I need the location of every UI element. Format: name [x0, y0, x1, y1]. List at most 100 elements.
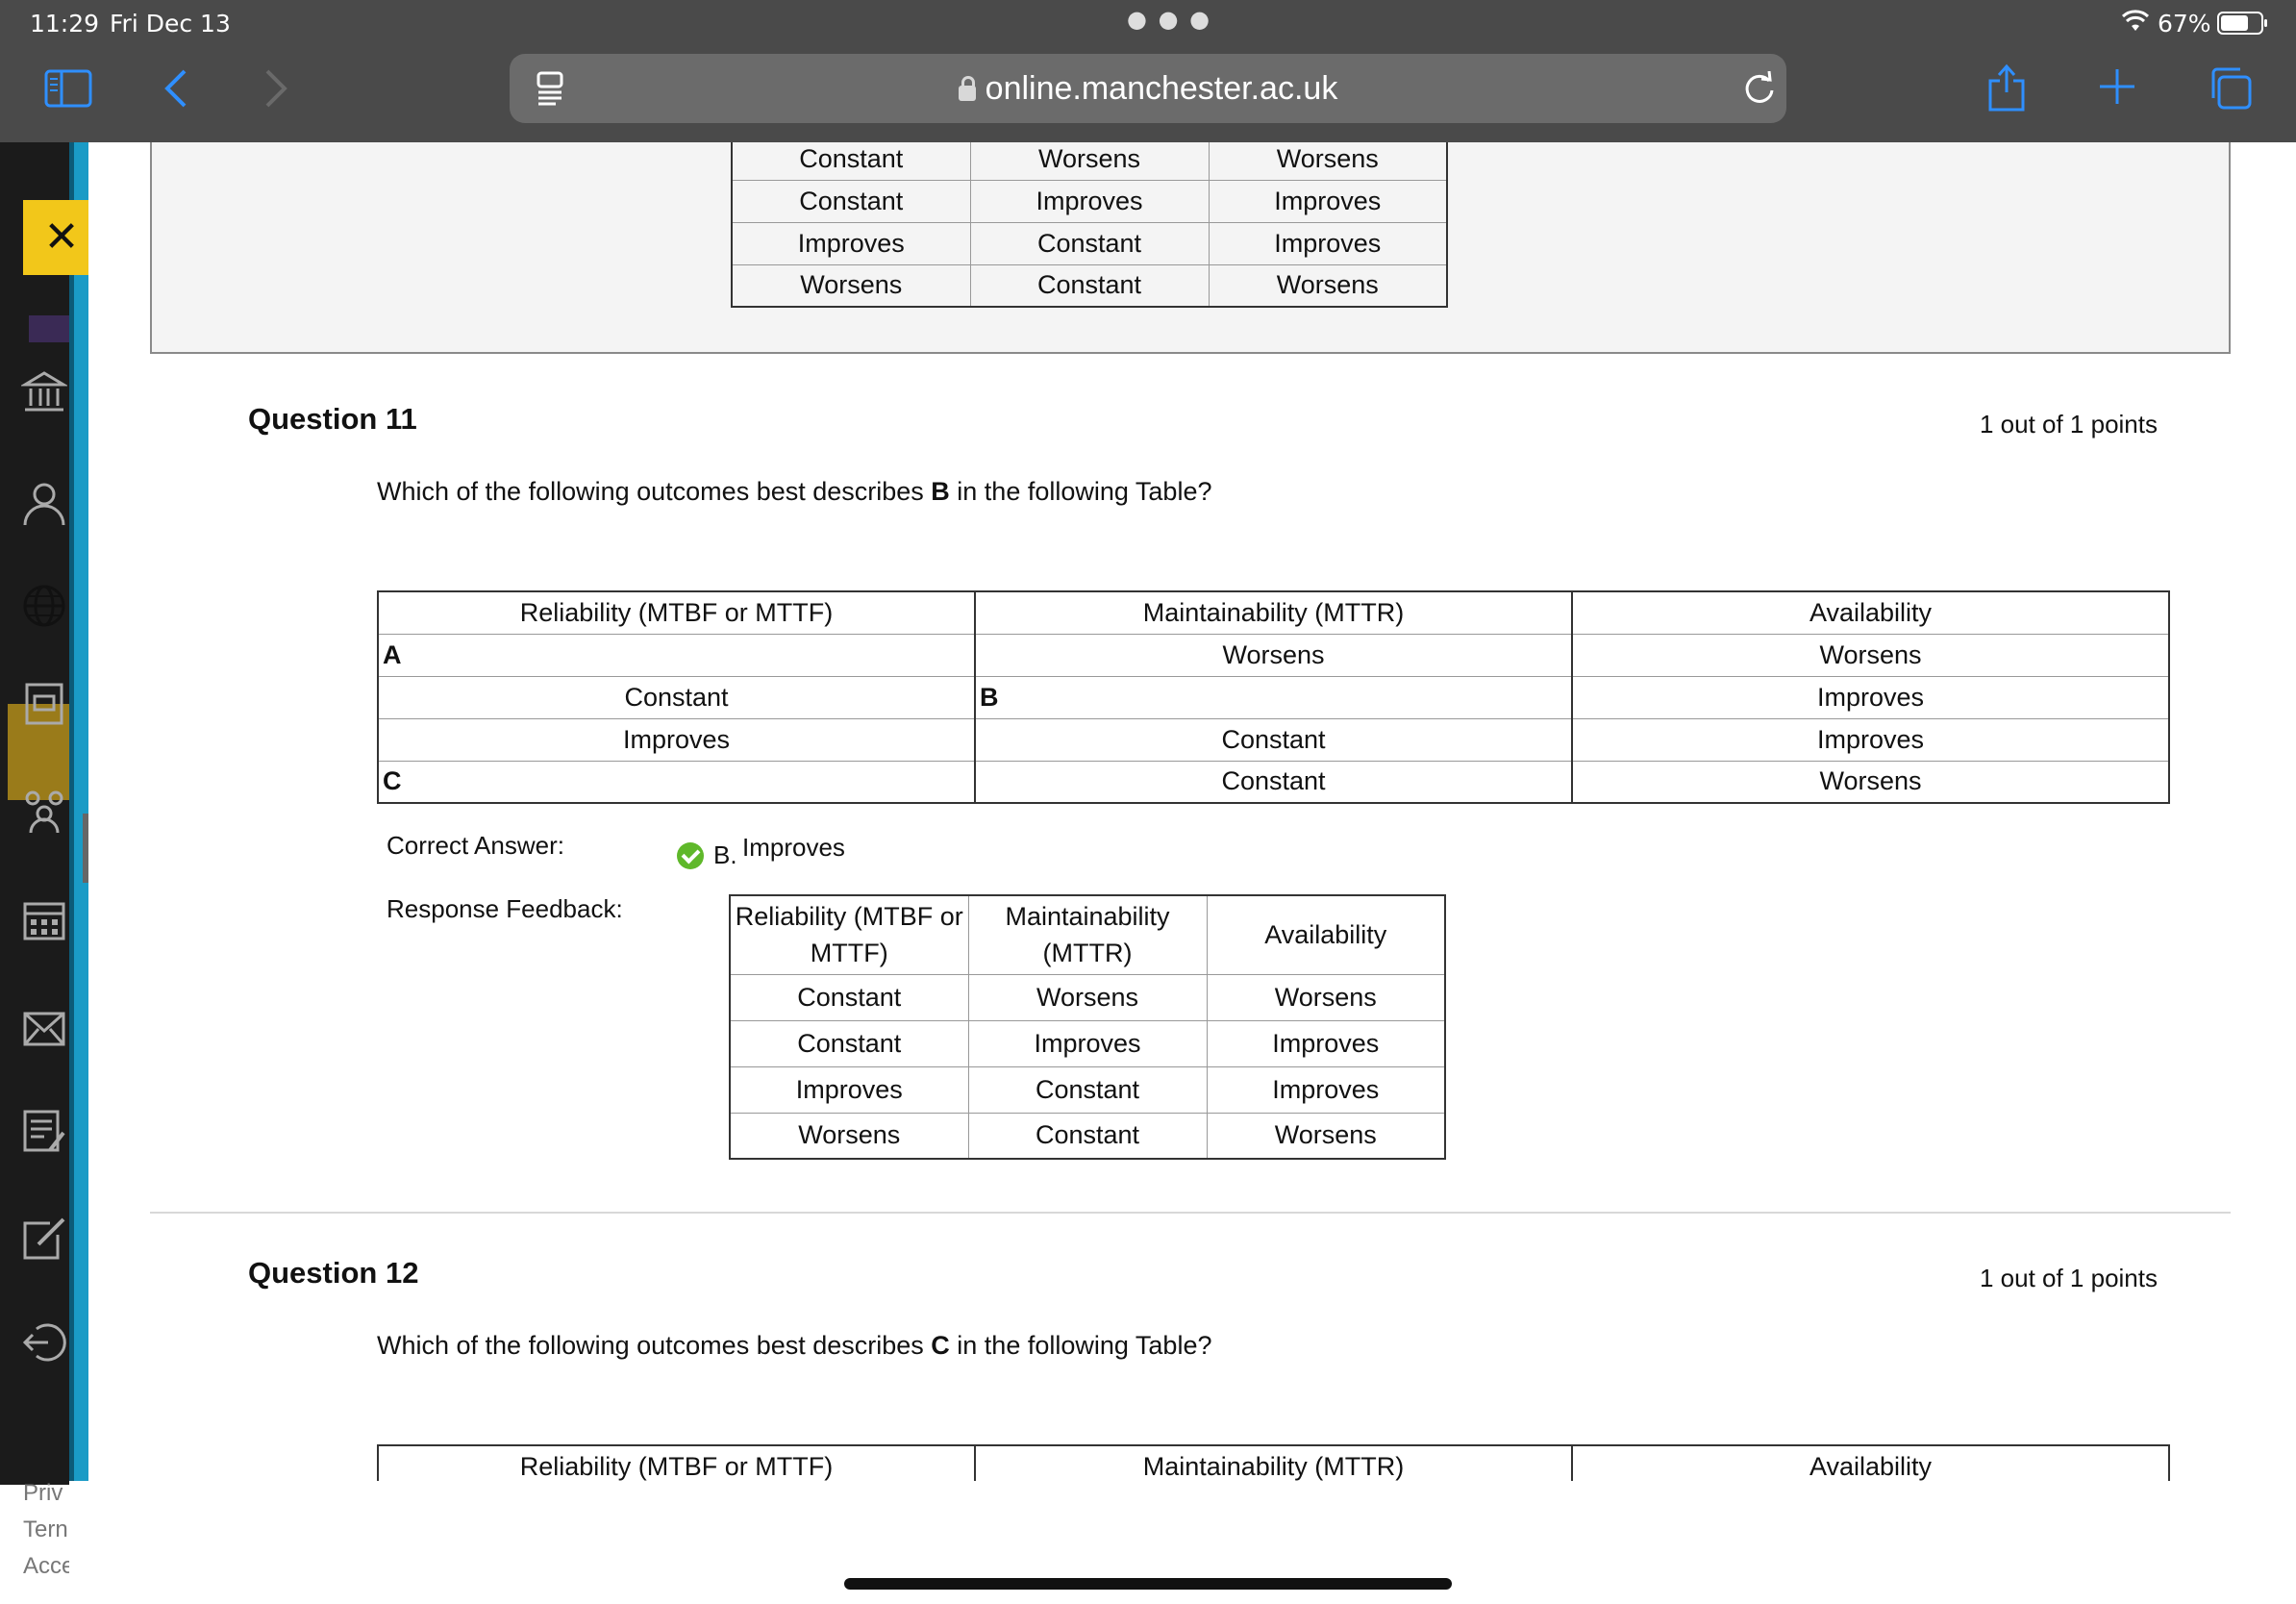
- table-cell: Constant: [969, 263, 1210, 308]
- column-header: Reliability (MTBF or MTTF): [377, 1444, 976, 1481]
- correct-answer-label: Correct Answer:: [387, 831, 564, 860]
- column-header: Maintainability (MTTR): [974, 1444, 1573, 1481]
- table-header-row: Reliability (MTBF or MTTF) Maintainabili…: [377, 590, 2170, 635]
- table-cell: Constant: [377, 675, 976, 719]
- calendar-icon[interactable]: [21, 896, 67, 942]
- main-content: Constant Worsens Worsens Constant Improv…: [88, 142, 2296, 1481]
- battery-percentage: 67%: [2158, 10, 2211, 38]
- table-cell: Improves: [1208, 221, 1448, 265]
- column-header: Maintainability (MTTR): [967, 894, 1208, 975]
- browser-toolbar: 11:29 Fri Dec 13 ● ● ● 67% online.manche…: [0, 0, 2296, 142]
- back-icon[interactable]: [162, 67, 190, 110]
- accessibility-link[interactable]: Acce: [23, 1548, 74, 1585]
- terms-link[interactable]: Tern: [23, 1512, 74, 1548]
- table-cell: Worsens: [969, 142, 1210, 181]
- previous-feedback-table: Constant Worsens Worsens Constant Improv…: [731, 142, 1448, 308]
- table-cell: Improves: [377, 717, 976, 762]
- answer-letter: B.: [713, 840, 737, 869]
- url-text[interactable]: online.manchester.ac.uk: [510, 54, 1786, 123]
- tabs-overview-icon[interactable]: [2208, 65, 2254, 112]
- table-cell-blank-label: B: [974, 675, 1573, 719]
- table-row: Worsens Constant Worsens: [732, 263, 1448, 308]
- table-row: Constant Improves Improves: [730, 1019, 1446, 1067]
- home-indicator[interactable]: [844, 1578, 1452, 1590]
- new-tab-icon[interactable]: [2098, 67, 2136, 106]
- sidebar-header: [29, 315, 69, 342]
- table-cell: Worsens: [974, 633, 1573, 677]
- table-cell: Constant: [730, 973, 969, 1021]
- table-cell-blank-label: A: [377, 633, 976, 677]
- table-row: Improves Constant Improves: [730, 1065, 1446, 1114]
- table-cell: Constant: [732, 142, 971, 181]
- response-feedback-label: Response Feedback:: [387, 894, 623, 923]
- table-row: C Constant Worsens: [377, 760, 2170, 804]
- institution-icon[interactable]: [21, 369, 67, 415]
- table-row: Constant B Improves: [377, 675, 2170, 719]
- table-cell: Constant: [974, 760, 1573, 804]
- status-date: Fri Dec 13: [110, 10, 231, 38]
- column-header: Maintainability (MTTR): [974, 590, 1573, 635]
- reload-icon[interactable]: [1742, 71, 1777, 106]
- table-row: Constant Worsens Worsens: [732, 142, 1448, 181]
- table-cell: Constant: [969, 221, 1210, 265]
- lock-icon: [958, 76, 976, 101]
- question-table: Reliability (MTBF or MTTF) Maintainabili…: [377, 590, 2170, 804]
- close-icon: ✕: [43, 213, 80, 262]
- table-header-row: Reliability (MTBF or MTTF) Maintainabili…: [377, 1444, 2170, 1481]
- feedback-table: Reliability (MTBF or MTTF) Maintainabili…: [729, 894, 1446, 1160]
- column-header: Reliability (MTBF or MTTF): [377, 590, 976, 635]
- forward-icon[interactable]: [262, 67, 290, 110]
- table-cell: Worsens: [1208, 142, 1448, 181]
- sidebar-toggle-icon[interactable]: [44, 69, 92, 108]
- wifi-icon: [2121, 10, 2150, 31]
- table-cell: Worsens: [1571, 633, 2170, 677]
- sign-out-icon[interactable]: [21, 1319, 67, 1366]
- column-header: Availability: [1206, 894, 1446, 975]
- question-text: Which of the following outcomes best des…: [377, 1331, 1212, 1360]
- table-row: Constant Improves Improves: [732, 179, 1448, 223]
- table-row: Improves Constant Improves: [377, 717, 2170, 762]
- table-cell: Worsens: [1571, 760, 2170, 804]
- table-row: A Worsens Worsens: [377, 633, 2170, 677]
- courses-icon[interactable]: [21, 681, 67, 727]
- messages-icon[interactable]: [21, 1006, 67, 1052]
- share-icon[interactable]: [1986, 62, 2027, 112]
- table-row: Worsens Constant Worsens: [730, 1112, 1446, 1160]
- question-table: Reliability (MTBF or MTTF) Maintainabili…: [377, 1444, 2170, 1481]
- question-text: Which of the following outcomes best des…: [377, 477, 1212, 506]
- table-cell: Worsens: [1206, 1112, 1446, 1160]
- table-cell: Worsens: [967, 973, 1208, 1021]
- course-sidebar: [0, 142, 69, 1485]
- globe-icon[interactable]: [21, 583, 67, 629]
- column-header: Availability: [1571, 590, 2170, 635]
- previous-question-feedback: Constant Worsens Worsens Constant Improv…: [150, 142, 2231, 354]
- organizations-icon[interactable]: [21, 789, 67, 835]
- table-cell-blank-label: C: [377, 760, 976, 804]
- address-bar[interactable]: online.manchester.ac.uk: [510, 54, 1786, 123]
- table-row: Constant Worsens Worsens: [730, 973, 1446, 1021]
- multitask-dots-icon[interactable]: ● ● ●: [1127, 6, 1211, 33]
- table-cell: Improves: [1206, 1019, 1446, 1067]
- table-cell: Worsens: [1206, 973, 1446, 1021]
- question-title: Question 12: [248, 1256, 419, 1290]
- table-cell: Constant: [974, 717, 1573, 762]
- profile-icon[interactable]: [21, 481, 67, 527]
- correct-check-icon: [677, 842, 704, 869]
- table-cell: Constant: [730, 1019, 969, 1067]
- answer-text: Improves: [742, 833, 845, 862]
- question-points: 1 out of 1 points: [1979, 1264, 2158, 1292]
- sidebar-footer-links[interactable]: Priv Tern Acce: [23, 1475, 74, 1585]
- question-11: Question 11 1 out of 1 points Which of t…: [150, 356, 2231, 1214]
- privacy-link[interactable]: Priv: [23, 1475, 74, 1512]
- grades-icon[interactable]: [21, 1108, 67, 1154]
- table-cell: Improves: [1206, 1065, 1446, 1114]
- table-cell: Improves: [1571, 675, 2170, 719]
- table-cell: Worsens: [1208, 263, 1448, 308]
- status-time: 11:29: [30, 10, 100, 38]
- table-cell: Constant: [967, 1112, 1208, 1160]
- table-cell: Improves: [730, 1065, 969, 1114]
- table-cell: Improves: [1571, 717, 2170, 762]
- table-cell: Constant: [732, 179, 971, 223]
- question-title: Question 11: [248, 402, 417, 436]
- tools-icon[interactable]: [21, 1216, 67, 1262]
